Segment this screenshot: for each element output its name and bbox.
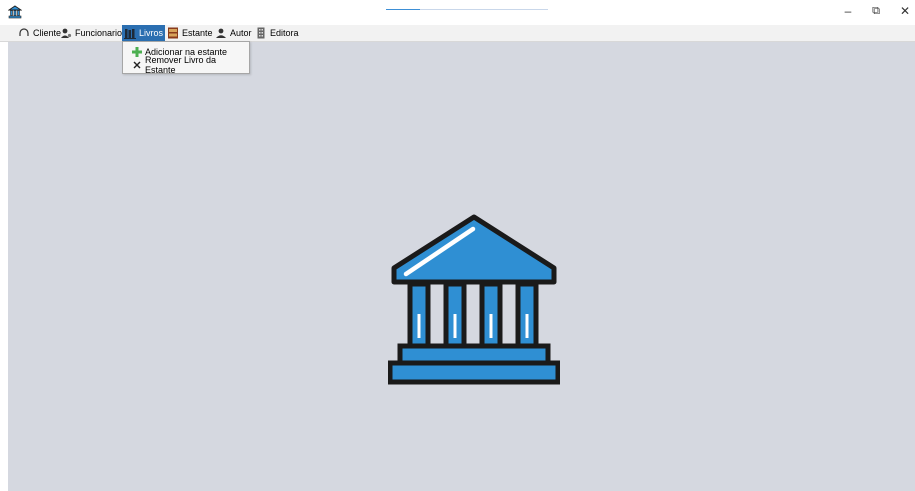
books-icon <box>124 29 136 39</box>
menu-bar: Cliente Funcionario Livros Estante Autor… <box>0 25 915 42</box>
users-icon <box>61 28 72 38</box>
bank-icon <box>8 5 22 19</box>
menu-autor-label: Autor <box>230 28 252 38</box>
title-bar: – ⧉ ✕ <box>0 0 915 25</box>
close-icon <box>133 61 141 68</box>
restore-button[interactable]: ⧉ <box>866 3 886 19</box>
building-icon <box>257 27 265 39</box>
menu-livros-label: Livros <box>139 28 164 38</box>
plus-icon <box>132 46 142 57</box>
bookshelf-icon <box>168 27 178 39</box>
author-icon <box>216 28 226 38</box>
livros-dropdown-menu: Adicionar na estante Remover Livro da Es… <box>122 41 250 75</box>
minimize-button[interactable]: – <box>838 3 858 19</box>
headphones-icon <box>19 28 29 36</box>
menu-autor[interactable]: Autor <box>215 25 252 41</box>
menu-cliente-label: Cliente <box>33 28 62 38</box>
close-button[interactable]: ✕ <box>895 3 915 19</box>
menu-estante[interactable]: Estante <box>167 25 213 41</box>
menu-item-remover-livro[interactable]: Remover Livro da Estante <box>123 55 249 75</box>
menu-editora-label: Editora <box>270 28 299 38</box>
menu-funcionario-label: Funcionario <box>75 28 123 38</box>
desktop-pane <box>8 42 915 491</box>
menu-livros[interactable]: Livros <box>122 25 166 41</box>
menu-cliente[interactable]: Cliente <box>18 25 61 41</box>
remover-label: Remover Livro da Estante <box>145 54 217 75</box>
menu-funcionario[interactable]: Funcionario <box>60 25 122 41</box>
bank-logo-icon <box>388 214 560 385</box>
menu-estante-label: Estante <box>182 28 213 38</box>
menu-editora[interactable]: Editora <box>255 25 299 41</box>
title-progress-line <box>386 9 548 10</box>
